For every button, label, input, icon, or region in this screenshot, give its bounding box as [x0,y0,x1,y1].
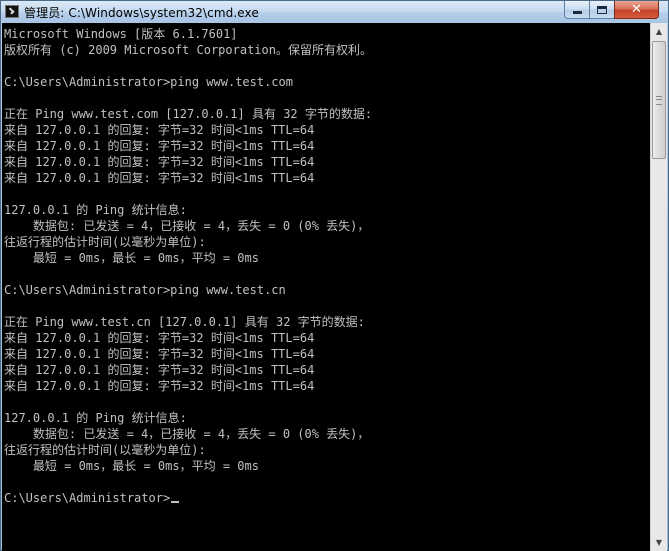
grip-icon [656,96,662,105]
maximize-button[interactable] [589,1,615,19]
console-line: C:\Users\Administrator>ping www.test.cn [4,283,286,297]
scroll-thumb[interactable] [652,41,666,159]
minimize-icon [572,11,582,14]
console-line: 数据包: 已发送 = 4，已接收 = 4，丢失 = 0 (0% 丢失)， [4,427,370,441]
console-line: 来自 127.0.0.1 的回复: 字节=32 时间<1ms TTL=64 [4,363,315,377]
console-line: 来自 127.0.0.1 的回复: 字节=32 时间<1ms TTL=64 [4,123,315,137]
close-icon: ✕ [631,2,642,17]
scroll-up-arrow-icon[interactable]: ▲ [651,23,667,40]
cmd-icon[interactable] [5,5,19,18]
console-line: 来自 127.0.0.1 的回复: 字节=32 时间<1ms TTL=64 [4,331,315,345]
console-line: Microsoft Windows [版本 6.1.7601] [4,27,238,41]
console-line: 来自 127.0.0.1 的回复: 字节=32 时间<1ms TTL=64 [4,379,315,393]
console-line: 数据包: 已发送 = 4，已接收 = 4，丢失 = 0 (0% 丢失)， [4,219,370,233]
scroll-down-arrow-icon[interactable]: ▼ [651,534,667,551]
text-cursor [171,501,180,503]
console-line: 往返行程的估计时间(以毫秒为单位): [4,235,206,249]
console-line: 127.0.0.1 的 Ping 统计信息: [4,411,187,425]
console-line: 来自 127.0.0.1 的回复: 字节=32 时间<1ms TTL=64 [4,139,315,153]
console-line: 127.0.0.1 的 Ping 统计信息: [4,203,187,217]
console-line: C:\Users\Administrator>ping www.test.com [4,75,293,89]
console-line: 最短 = 0ms，最长 = 0ms，平均 = 0ms [4,459,259,473]
console-line: 来自 127.0.0.1 的回复: 字节=32 时间<1ms TTL=64 [4,155,315,169]
console-line: 来自 127.0.0.1 的回复: 字节=32 时间<1ms TTL=64 [4,347,315,361]
console-line: 往返行程的估计时间(以毫秒为单位): [4,443,206,457]
console-line: 来自 127.0.0.1 的回复: 字节=32 时间<1ms TTL=64 [4,171,315,185]
console-line: 正在 Ping www.test.cn [127.0.0.1] 具有 32 字节… [4,315,365,329]
console-output[interactable]: Microsoft Windows [版本 6.1.7601] 版权所有 (c) … [2,23,650,551]
command-prompt: C:\Users\Administrator> [4,490,372,506]
console-text: Microsoft Windows [版本 6.1.7601] 版权所有 (c) … [4,26,372,506]
console-line: 版权所有 (c) 2009 Microsoft Corporation。保留所有… [4,43,372,57]
close-button[interactable]: ✕ [614,1,659,19]
title-bar[interactable]: 管理员: C:\Windows\system32\cmd.exe ✕ [1,1,668,23]
minimize-button[interactable] [564,1,590,19]
window-title: 管理员: C:\Windows\system32\cmd.exe [24,6,259,20]
vertical-scrollbar[interactable]: ▲ ▼ [650,23,667,551]
console-line: 正在 Ping www.test.com [127.0.0.1] 具有 32 字… [4,107,373,121]
console-line: 最短 = 0ms，最长 = 0ms，平均 = 0ms [4,251,259,265]
cmd-window: 管理员: C:\Windows\system32\cmd.exe ✕ Micro… [0,0,669,551]
maximize-icon [597,5,607,14]
